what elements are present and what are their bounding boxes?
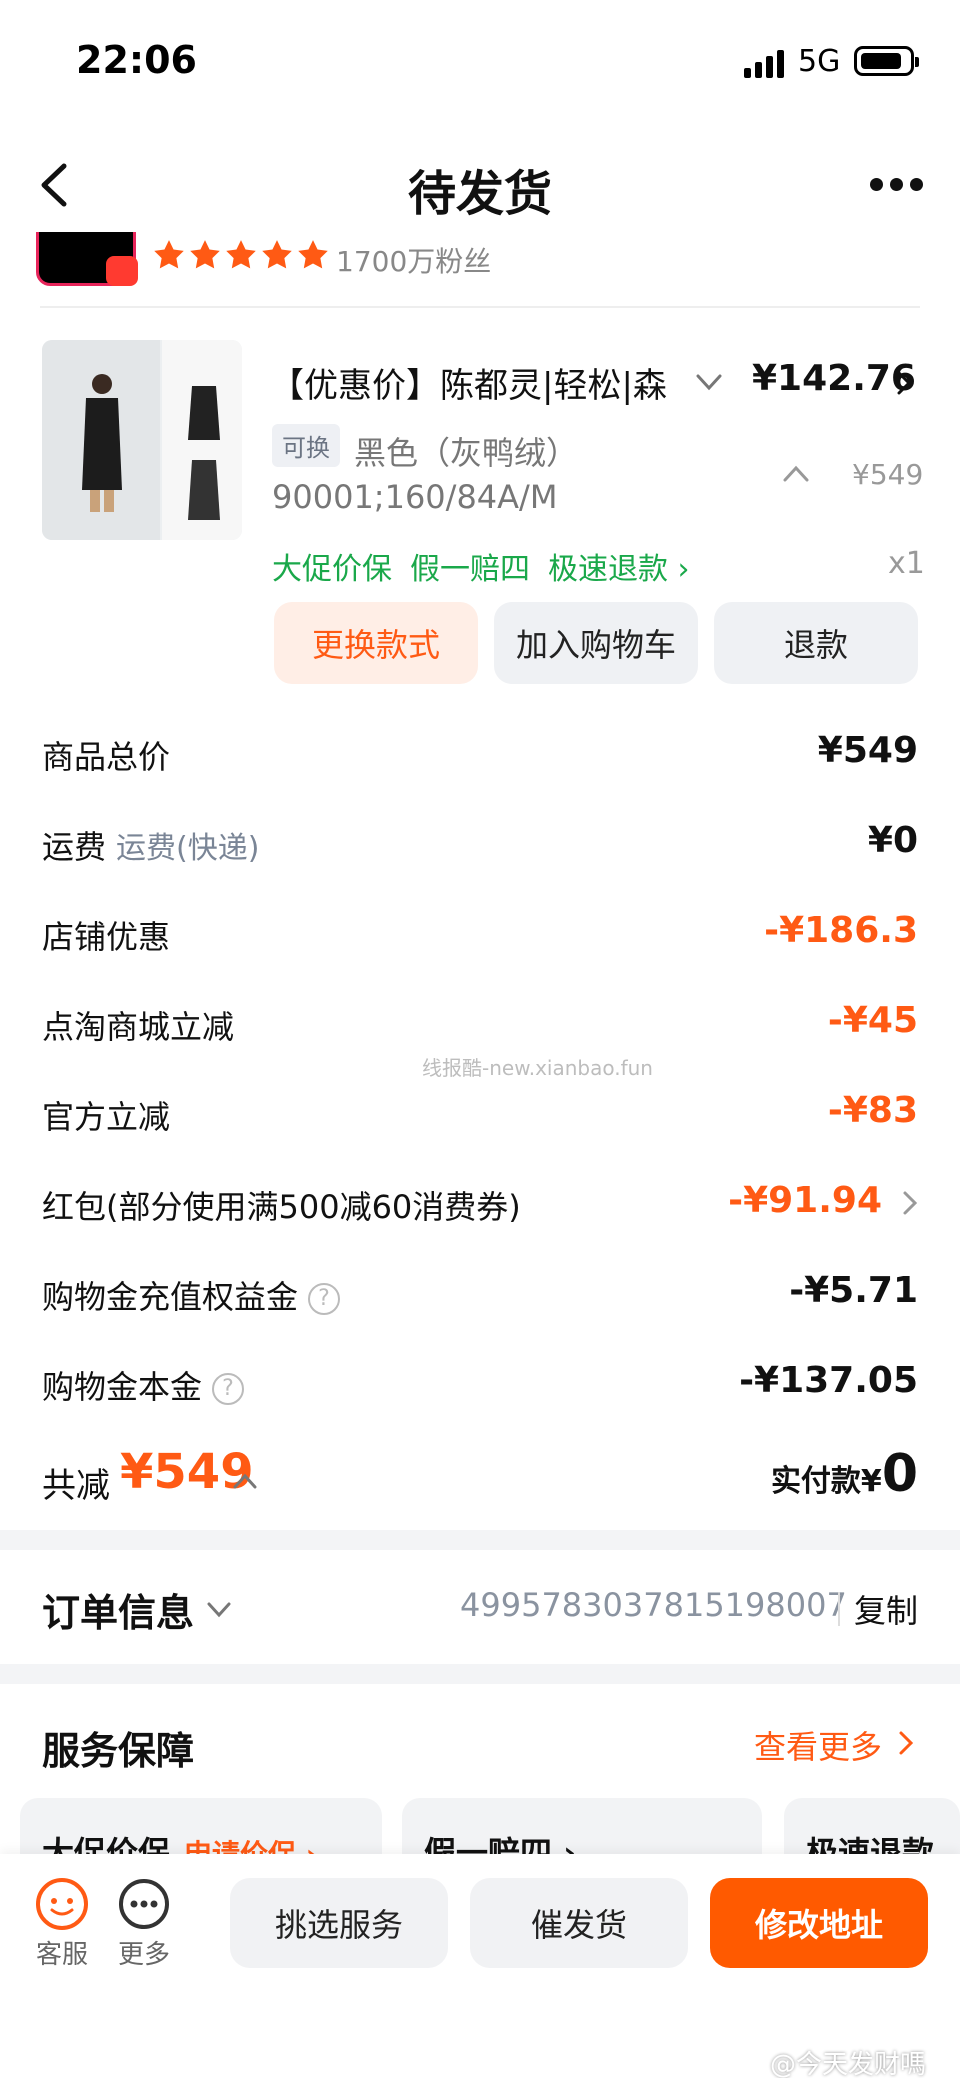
order-info-title[interactable]: 订单信息 — [42, 1582, 194, 1637]
star-icon — [298, 240, 328, 269]
star-icon — [226, 240, 256, 269]
price-line-value: -¥45 — [827, 1000, 918, 1041]
section-gap — [0, 1664, 960, 1684]
price-line-value: -¥83 — [827, 1090, 918, 1131]
customer-service-label[interactable]: 客服 — [36, 1934, 88, 1971]
price-line-label: 官方立减 — [42, 1098, 171, 1136]
coat-figure-icon — [82, 374, 122, 512]
product-quantity: x1 — [888, 546, 925, 581]
price-line-mall-discount: 点淘商城立减 -¥45 — [42, 992, 918, 1052]
coat-thumbnail-icon — [188, 386, 220, 520]
product-color: 黑色（灰鸭绒） — [354, 434, 579, 472]
price-line-label: 商品总价 — [42, 738, 171, 776]
product-title[interactable]: 【优惠价】陈都灵|轻松|森 — [270, 358, 690, 407]
page-title: 待发货 — [407, 166, 552, 222]
price-line-gold-principal: 购物金本金? -¥137.05 — [42, 1352, 918, 1412]
total-label: 共减 — [42, 1466, 110, 1506]
customer-service-icon[interactable] — [34, 1876, 90, 1932]
network-label: 5G — [798, 44, 841, 79]
guarantee-price-protect[interactable]: 大促价保 — [272, 544, 392, 588]
chevron-down-icon[interactable] — [206, 1600, 232, 1620]
exchange-style-button[interactable]: 更换款式 — [274, 602, 478, 684]
price-line-label: 红包(部分使用满500减60消费券) — [42, 1188, 521, 1226]
chevron-up-icon[interactable] — [782, 464, 810, 484]
paid-label: 实付款¥ — [770, 1464, 882, 1499]
price-line-red-packet[interactable]: 红包(部分使用满500减60消费券) -¥91.94 — [42, 1172, 918, 1232]
total-row: 共减 ¥549 实付款¥0 — [42, 1444, 918, 1514]
price-line-label: 点淘商城立减 — [42, 1008, 235, 1046]
price-line-shop-discount: 店铺优惠 -¥186.3 — [42, 902, 918, 962]
product-price[interactable]: ¥142.76 — [752, 358, 916, 399]
service-title: 服务保障 — [42, 1729, 195, 1773]
price-line-label: 购物金本金 — [42, 1368, 203, 1406]
price-line-value: -¥137.05 — [739, 1360, 918, 1401]
service-card-fast-refund[interactable]: 极速退款 — [784, 1798, 960, 1858]
guarantee-list[interactable]: 大促价保 假一赔四 极速退款 › — [272, 544, 690, 588]
more-icon[interactable] — [870, 178, 924, 192]
battery-icon — [854, 46, 919, 76]
chevron-down-icon[interactable] — [694, 370, 724, 394]
divider — [838, 1592, 840, 1626]
status-time: 22:06 — [76, 38, 197, 82]
modify-address-button[interactable]: 修改地址 — [710, 1878, 928, 1968]
price-line-label: 运费 — [42, 828, 107, 866]
star-icon — [190, 240, 220, 269]
section-gap — [0, 1530, 960, 1550]
help-icon[interactable]: ? — [308, 1283, 341, 1315]
signal-icon — [744, 50, 786, 78]
original-price: ¥549 — [852, 458, 924, 491]
price-line-value: ¥0 — [867, 820, 918, 861]
add-to-cart-button[interactable]: 加入购物车 — [494, 602, 698, 684]
star-icon — [262, 240, 292, 269]
paid-amount: 0 — [881, 1444, 918, 1504]
pick-service-button[interactable]: 挑选服务 — [230, 1878, 448, 1968]
nav-bar: 待发货 — [0, 140, 960, 230]
divider — [40, 306, 920, 308]
chevron-right-icon[interactable] — [898, 1730, 914, 1756]
more-circle-icon[interactable] — [116, 1876, 172, 1932]
chevron-right-icon[interactable] — [896, 370, 912, 396]
product-size: 90001;160/84A/M — [272, 478, 558, 516]
copy-button[interactable]: 复制 — [854, 1586, 918, 1632]
price-line-value: -¥186.3 — [764, 910, 918, 951]
urge-shipping-button[interactable]: 催发货 — [470, 1878, 688, 1968]
price-line-shipping: 运费 运费(快递) ¥0 — [42, 812, 918, 872]
live-badge-icon — [106, 256, 138, 286]
refund-button[interactable]: 退款 — [714, 602, 918, 684]
chevron-up-icon[interactable] — [232, 1472, 258, 1490]
service-card-price-protect[interactable]: 大促价保 申请价保 › — [20, 1798, 382, 1858]
guarantee-fast-refund[interactable]: 极速退款 › — [548, 544, 690, 588]
order-number: 4995783037815198007 — [460, 1586, 847, 1624]
price-line-value: -¥5.71 — [789, 1270, 918, 1311]
shop-fans: 1700万粉丝 — [336, 245, 492, 278]
help-icon[interactable]: ? — [212, 1373, 245, 1405]
guarantee-fake-compensation[interactable]: 假一赔四 — [410, 544, 530, 588]
service-card-fake-compensation[interactable]: 假一赔四 › — [402, 1798, 762, 1858]
price-line-official-discount: 官方立减 -¥83 — [42, 1082, 918, 1142]
order-info-section: 订单信息 4995783037815198007 复制 — [0, 1550, 960, 1664]
more-label[interactable]: 更多 — [118, 1934, 170, 1971]
chevron-right-icon[interactable] — [902, 1190, 918, 1216]
price-line-total: 商品总价 ¥549 — [42, 722, 918, 782]
price-line-label: 购物金充值权益金 — [42, 1278, 299, 1316]
shop-row[interactable]: 1700万粉丝 — [0, 232, 960, 306]
price-line-value: -¥91.94 — [728, 1180, 882, 1221]
price-line-label: 店铺优惠 — [42, 918, 171, 956]
view-more-link[interactable]: 查看更多 — [754, 1722, 882, 1768]
product-image[interactable] — [42, 340, 242, 540]
status-bar: 22:06 5G — [0, 0, 960, 120]
shop-rating — [152, 234, 330, 282]
weibo-watermark: @今天发财嗎 — [770, 2050, 927, 2078]
shipping-method: 运费(快递) — [116, 831, 260, 866]
watermark: 线报酷-new.xianbao.fun — [422, 1056, 653, 1080]
star-icon — [154, 240, 184, 269]
exchange-tag: 可换 — [272, 424, 340, 467]
price-line-gold-bonus: 购物金充值权益金? -¥5.71 — [42, 1262, 918, 1322]
price-line-value: ¥549 — [817, 730, 918, 771]
